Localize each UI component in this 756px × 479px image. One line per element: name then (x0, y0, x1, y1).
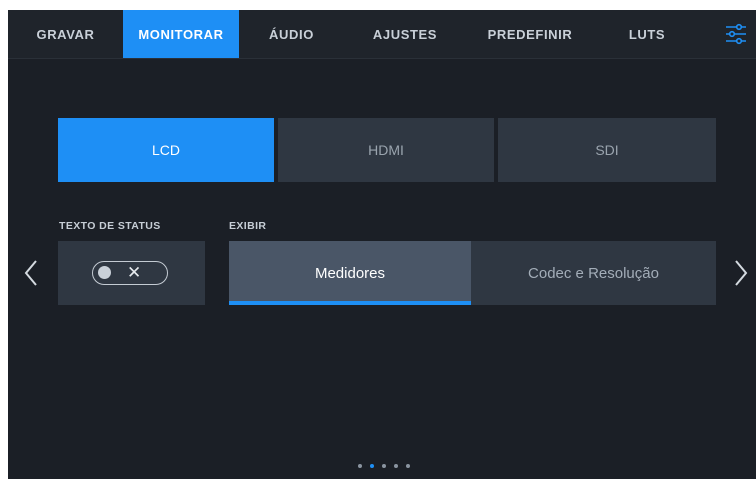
output-sdi-button[interactable]: SDI (498, 118, 716, 182)
output-hdmi-button[interactable]: HDMI (278, 118, 494, 182)
page-dot-4[interactable] (394, 464, 398, 468)
page-dot-3[interactable] (382, 464, 386, 468)
display-label: EXIBIR (229, 220, 267, 232)
page-indicator (358, 464, 418, 472)
status-text-panel: ✕ (58, 241, 205, 305)
off-x-icon: ✕ (127, 263, 142, 282)
page-dot-1[interactable] (358, 464, 362, 468)
status-text-toggle[interactable]: ✕ (92, 261, 168, 285)
tab-luts[interactable]: LUTS (594, 10, 700, 58)
output-lcd-button[interactable]: LCD (58, 118, 274, 182)
tab-predefinir[interactable]: PREDEFINIR (466, 10, 594, 58)
chevron-right-icon[interactable] (730, 258, 750, 288)
selected-indicator (229, 301, 471, 305)
sliders-icon[interactable] (724, 22, 748, 46)
tab-ajustes[interactable]: AJUSTES (344, 10, 466, 58)
tab-gravar[interactable]: GRAVAR (8, 10, 123, 58)
tab-monitorar[interactable]: MONITORAR (123, 10, 239, 58)
page-dot-5[interactable] (406, 464, 410, 468)
display-option-codec-label: Codec e Resolução (528, 264, 659, 282)
monitor-screen: GRAVAR MONITORAR ÁUDIO AJUSTES PREDEFINI… (8, 10, 756, 479)
toggle-knob (98, 266, 111, 279)
top-nav-bar: GRAVAR MONITORAR ÁUDIO AJUSTES PREDEFINI… (8, 10, 756, 59)
page-dot-2[interactable] (370, 464, 374, 468)
status-text-label: TEXTO DE STATUS (59, 220, 161, 232)
tab-audio[interactable]: ÁUDIO (239, 10, 344, 58)
display-option-meters[interactable]: Medidores (229, 241, 471, 305)
display-option-meters-label: Medidores (314, 264, 386, 282)
display-selector: Medidores Codec e Resolução (229, 241, 716, 305)
display-option-codec-resolution[interactable]: Codec e Resolução (471, 241, 716, 305)
chevron-left-icon[interactable] (22, 258, 42, 288)
